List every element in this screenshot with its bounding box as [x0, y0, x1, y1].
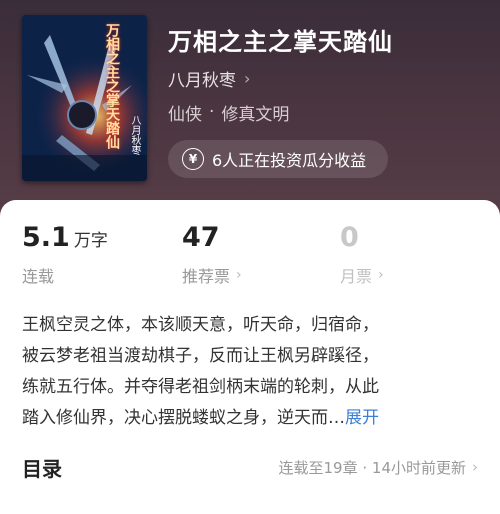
book-cover-image[interactable]: 万相之主之掌天踏仙 八月秋枣 [22, 15, 147, 181]
author-name: 八月秋枣 [168, 70, 236, 91]
monthly-votes-label: 月票 [340, 267, 373, 286]
toc-title: 目录 [22, 456, 62, 481]
synopsis: 王枫空灵之体，本该顺天意，听天命，归宿命， 被云梦老祖当渡劫棋子，反而让王枫另辟… [22, 310, 482, 434]
monthly-votes-stat[interactable]: 0 月票 › [340, 222, 384, 286]
serial-status-label: 连载 [22, 267, 55, 286]
word-count-value: 5.1 [22, 222, 70, 253]
author-link[interactable]: 八月秋枣 › [168, 66, 251, 91]
separator-dot: · [209, 102, 215, 122]
genre-tag-secondary[interactable]: 修真文明 [221, 100, 289, 125]
book-info-card: 5.1 万字 连载 47 推荐票 › 0 月票 › 王枫空灵之体，本该顺天意，听… [0, 200, 500, 514]
recommend-votes-label: 推荐票 [182, 267, 231, 286]
genre-tag-primary[interactable]: 仙侠 [168, 100, 202, 125]
monthly-votes-value: 0 [340, 222, 359, 253]
cover-art [22, 15, 147, 181]
cover-title-text: 万相之主之掌天踏仙 [104, 23, 120, 149]
chevron-right-icon: › [244, 68, 251, 88]
yen-circle-icon: ¥ [182, 148, 204, 170]
chevron-right-icon: › [472, 458, 478, 476]
table-of-contents-row[interactable]: 目录 连载至19章 · 14小时前更新 › [22, 452, 478, 482]
book-title: 万相之主之掌天踏仙 [168, 28, 393, 56]
synopsis-line: 被云梦老祖当渡劫棋子，反而让王枫另辟蹊径， [22, 346, 379, 366]
toc-status: 连载至19章 · 14小时前更新 › [279, 457, 478, 478]
word-count-stat: 5.1 万字 连载 [22, 222, 108, 286]
synopsis-line: 踏入修仙界，决心摆脱蝼蚁之身，逆天而… [22, 408, 345, 428]
invest-button[interactable]: ¥ 6人正在投资瓜分收益 [168, 140, 388, 178]
synopsis-line: 练就五行体。并夺得老祖剑柄末端的轮刺，从此 [22, 377, 379, 397]
genre-tags: 仙侠 · 修真文明 [168, 100, 289, 125]
update-status-text: 连载至19章 · 14小时前更新 [278, 458, 466, 477]
recommend-votes-stat[interactable]: 47 推荐票 › [182, 222, 242, 286]
synopsis-last-line: 踏入修仙界，决心摆脱蝼蚁之身，逆天而…展开 [22, 403, 482, 434]
synopsis-line: 王枫空灵之体，本该顺天意，听天命，归宿命， [22, 315, 379, 335]
chevron-right-icon: › [236, 267, 242, 283]
cover-author-text: 八月秋枣 [129, 115, 140, 155]
word-count-unit: 万字 [73, 231, 108, 251]
chevron-right-icon: › [378, 267, 384, 283]
invest-text: 6人正在投资瓜分收益 [212, 151, 367, 170]
recommend-votes-value: 47 [182, 222, 220, 253]
expand-link[interactable]: 展开 [345, 408, 379, 428]
